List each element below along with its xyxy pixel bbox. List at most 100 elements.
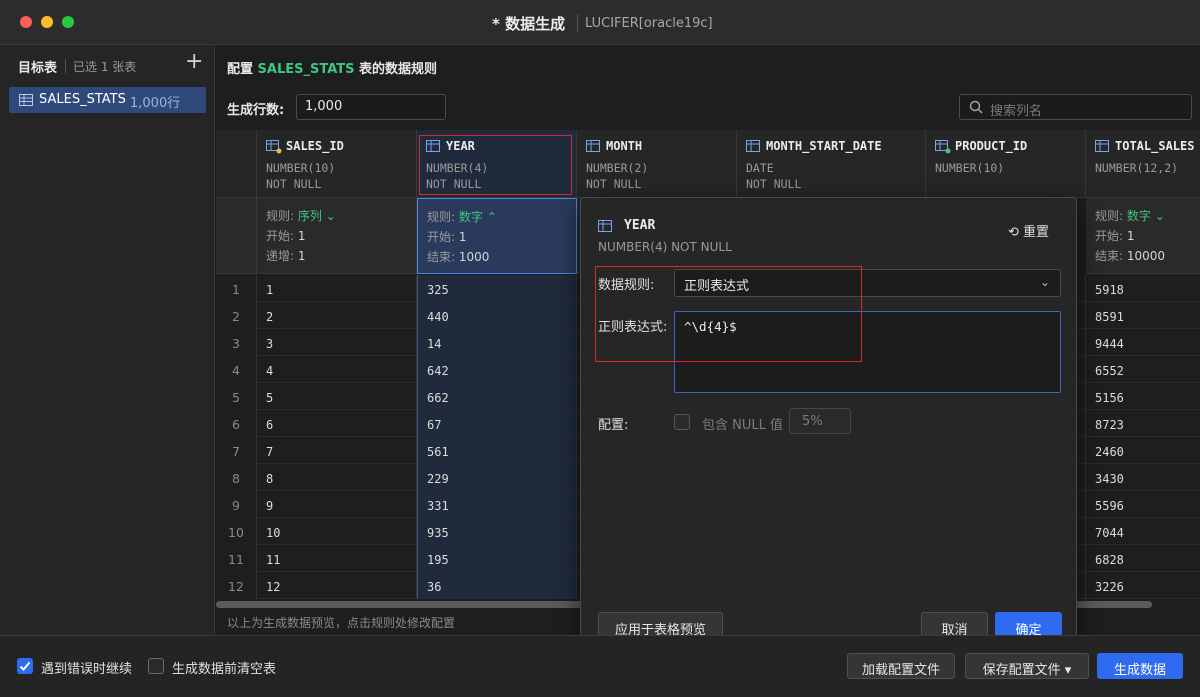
column-name: MONTH xyxy=(606,139,643,153)
minimize-window-button[interactable] xyxy=(41,16,53,28)
row-number: 5 xyxy=(216,383,257,410)
annotation-highlight-box xyxy=(419,135,572,195)
table-cell: 2460 xyxy=(1086,437,1200,464)
window-title: * 数据生成 xyxy=(492,15,566,33)
clear-table-checkbox[interactable] xyxy=(148,658,164,674)
table-cell: 325 xyxy=(417,275,577,302)
table-cell: 10 xyxy=(257,518,417,545)
add-table-button[interactable]: + xyxy=(185,51,203,73)
table-cell: 3 xyxy=(257,329,417,356)
preview-hint: 以上为生成数据预览，点击规则处修改配置 xyxy=(227,616,456,630)
param-value: 1000 xyxy=(458,250,490,264)
null-percent-input[interactable]: 5% xyxy=(789,408,851,434)
column-type: NUMBER(12,2) xyxy=(1095,161,1179,175)
rule-cell-total-sales[interactable]: 规则: 数字 ⌄ 开始: 1 结束: 10000 xyxy=(1086,198,1200,274)
row-number: 4 xyxy=(216,356,257,383)
table-cell: 5918 xyxy=(1086,275,1200,302)
row-number: 9 xyxy=(216,491,257,518)
column-header-total-sales[interactable]: TOTAL_SALES NUMBER(12,2) xyxy=(1086,130,1200,198)
table-cell: 67 xyxy=(417,410,577,437)
column-header-product-id[interactable]: PRODUCT_ID NUMBER(10) xyxy=(926,130,1086,198)
column-header-month-start-date[interactable]: MONTH_START_DATE DATE NOT NULL xyxy=(737,130,926,198)
rule-dropdown[interactable]: 数字 ⌄ xyxy=(1127,209,1165,223)
rule-row: 规则: 序列 ⌄ xyxy=(266,207,336,224)
include-null-checkbox[interactable] xyxy=(674,414,690,430)
config-title-suffix: 表的数据规则 xyxy=(354,62,438,77)
caret-down-icon: ▾ xyxy=(1060,663,1072,678)
rows-label: 生成行数: xyxy=(227,103,285,118)
param-label: 开始: xyxy=(266,229,295,243)
load-config-button[interactable]: 加载配置文件 xyxy=(847,653,955,679)
generate-data-button[interactable]: 生成数据 xyxy=(1097,653,1183,679)
popover-title: YEAR xyxy=(624,218,656,233)
continue-on-error-label: 遇到错误时继续 xyxy=(41,662,133,677)
table-icon xyxy=(19,94,33,109)
footer-bar: 遇到错误时继续 生成数据前清空表 加载配置文件 保存配置文件 ▾ 生成数据 xyxy=(0,635,1200,697)
param-value: 1 xyxy=(1126,229,1135,243)
table-cell: 642 xyxy=(417,356,577,383)
column-icon xyxy=(746,140,760,155)
table-cell: 6 xyxy=(257,410,417,437)
row-number: 6 xyxy=(216,410,257,437)
column-name: MONTH_START_DATE xyxy=(766,139,882,153)
rule-label: 规则: xyxy=(266,209,295,223)
table-cell: 7 xyxy=(257,437,417,464)
rule-cell-sales-id[interactable]: 规则: 序列 ⌄ 开始: 1 递增: 1 xyxy=(257,198,417,274)
title-bar: * 数据生成 LUCIFER[oracle19c] xyxy=(0,0,1200,45)
sidebar-item-label: SALES_STATS xyxy=(39,92,126,107)
title-divider xyxy=(577,14,578,32)
table-cell: 935 xyxy=(417,518,577,545)
table-cell: 8 xyxy=(257,464,417,491)
column-nullable: NOT NULL xyxy=(586,177,642,191)
column-type: DATE xyxy=(746,161,774,175)
table-cell: 2 xyxy=(257,302,417,329)
row-number: 2 xyxy=(216,302,257,329)
config-title: 配置 SALES_STATS 表的数据规则 xyxy=(227,58,437,77)
rule-row: 规则: 数字 ⌄ xyxy=(1095,207,1165,224)
table-cell: 229 xyxy=(417,464,577,491)
column-header-sales-id[interactable]: SALES_ID NUMBER(10) NOT NULL xyxy=(257,130,417,198)
column-rule-popover: YEAR NUMBER(4) NOT NULL ⟲ 重置 数据规则: 正则表达式… xyxy=(580,197,1077,654)
table-cell: 195 xyxy=(417,545,577,572)
rows-input[interactable]: 1,000 xyxy=(296,94,446,120)
table-cell: 440 xyxy=(417,302,577,329)
param-label: 开始: xyxy=(1095,229,1124,243)
row-number: 3 xyxy=(216,329,257,356)
table-cell: 5156 xyxy=(1086,383,1200,410)
search-placeholder: 搜索列名 xyxy=(990,104,1043,119)
key-column-icon xyxy=(266,140,282,157)
param-row: 开始: 1 xyxy=(266,227,306,244)
column-icon xyxy=(586,140,600,155)
column-type: NUMBER(10) xyxy=(266,161,336,175)
selected-count: 已选 1 张表 xyxy=(73,60,137,74)
include-null-label: 包含 NULL 值 xyxy=(702,418,783,433)
config-label: 配置: xyxy=(598,418,629,433)
checkmark-icon xyxy=(19,661,31,671)
sidebar-item-sales-stats[interactable]: SALES_STATS 1,000行 xyxy=(9,87,206,113)
param-label: 递增: xyxy=(266,249,295,263)
param-row: 开始: 1 xyxy=(1095,227,1135,244)
reset-button[interactable]: ⟲ 重置 xyxy=(1008,221,1049,240)
continue-on-error-checkbox[interactable] xyxy=(17,658,33,674)
table-cell: 7044 xyxy=(1086,518,1200,545)
connection-label: LUCIFER[oracle19c] xyxy=(585,16,713,31)
table-cell: 1 xyxy=(257,275,417,302)
save-config-button[interactable]: 保存配置文件 ▾ xyxy=(965,653,1089,679)
table-cell: 36 xyxy=(417,572,577,599)
rule-cell-year[interactable]: 规则: 数字 ⌃ 开始: 1 结束: 1000 xyxy=(417,198,577,274)
param-value: 1 xyxy=(297,249,306,263)
rule-dropdown[interactable]: 序列 ⌄ xyxy=(298,209,336,223)
config-table-name: SALES_STATS xyxy=(257,62,355,77)
reset-icon: ⟲ xyxy=(1008,225,1019,240)
table-cell: 9444 xyxy=(1086,329,1200,356)
table-cell: 9 xyxy=(257,491,417,518)
column-search-input[interactable]: 搜索列名 xyxy=(959,94,1192,120)
column-header-month[interactable]: MONTH NUMBER(2) NOT NULL xyxy=(577,130,737,198)
table-cell: 11 xyxy=(257,545,417,572)
popover-subtitle: NUMBER(4) NOT NULL xyxy=(598,240,732,254)
sidebar-divider xyxy=(65,59,66,73)
zoom-window-button[interactable] xyxy=(62,16,74,28)
close-window-button[interactable] xyxy=(20,16,32,28)
sidebar-header: 目标表 xyxy=(18,61,58,76)
rule-dropdown[interactable]: 数字 ⌃ xyxy=(459,210,497,224)
